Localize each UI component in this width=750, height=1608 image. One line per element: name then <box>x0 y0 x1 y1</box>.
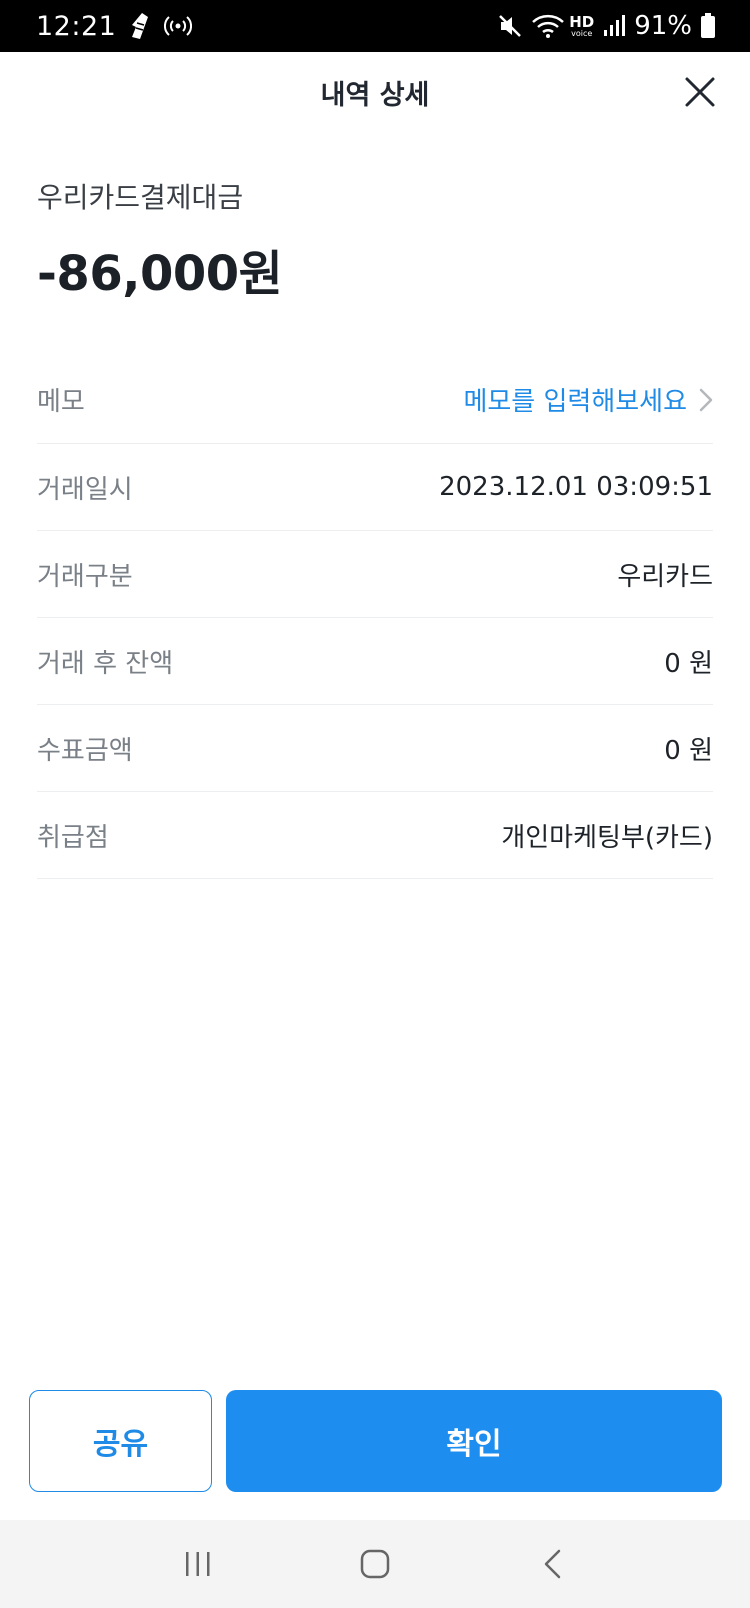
detail-row-check-amount: 수표금액 0 원 <box>37 705 713 792</box>
status-bar: 12:21 HD voice 91% <box>0 0 750 52</box>
detail-row-balance: 거래 후 잔액 0 원 <box>37 618 713 705</box>
chevron-right-icon <box>699 388 713 411</box>
status-bar-right: HD voice 91% <box>489 11 716 41</box>
detail-row-type: 거래구분 우리카드 <box>37 531 713 618</box>
signal-icon <box>604 15 626 36</box>
battery-percent: 91% <box>634 11 692 41</box>
detail-row-branch: 취급점 개인마케팅부(카드) <box>37 792 713 879</box>
confirm-button[interactable]: 확인 <box>226 1390 722 1492</box>
header: 내역 상세 <box>0 52 750 132</box>
balance-value: 0 원 <box>664 648 713 679</box>
status-bar-left: 12:21 <box>36 10 193 42</box>
branch-label: 취급점 <box>37 822 109 853</box>
balance-label: 거래 후 잔액 <box>37 648 174 679</box>
type-label: 거래구분 <box>37 561 133 592</box>
memo-label: 메모 <box>37 387 85 417</box>
type-value: 우리카드 <box>617 561 713 592</box>
close-icon <box>685 77 715 107</box>
battery-icon <box>701 13 715 38</box>
recent-apps-button[interactable] <box>168 1534 228 1594</box>
voice-label: voice <box>571 28 593 38</box>
memo-input-link[interactable]: 메모를 입력해보세요 <box>463 381 713 418</box>
merchant-name: 우리카드결제대금 <box>37 181 244 214</box>
branch-value: 개인마케팅부(카드) <box>501 822 713 853</box>
detail-row-datetime: 거래일시 2023.12.01 03:09:51 <box>37 444 713 531</box>
datetime-label: 거래일시 <box>37 474 133 505</box>
memo-placeholder: 메모를 입력해보세요 <box>463 387 687 417</box>
check-amount-value: 0 원 <box>664 735 713 766</box>
recent-apps-icon <box>186 1552 210 1576</box>
mute-icon <box>499 15 522 37</box>
transaction-detail-screen: 12:21 HD voice 91% 내역 상세 우리카드결제대금 -86,00… <box>0 0 750 1608</box>
detail-row-memo: 메모 메모를 입력해보세요 <box>37 356 713 444</box>
page-title: 내역 상세 <box>320 79 430 111</box>
close-button[interactable] <box>680 72 720 112</box>
wifi-icon <box>532 14 565 38</box>
hotspot-icon <box>164 16 193 36</box>
back-button[interactable] <box>522 1534 582 1594</box>
check-amount-label: 수표금액 <box>37 735 133 766</box>
datetime-value: 2023.12.01 03:09:51 <box>439 472 713 502</box>
system-nav-bar <box>0 1520 750 1608</box>
home-icon <box>360 1549 390 1579</box>
amount-section: 우리카드결제대금 -86,000원 <box>37 176 713 304</box>
detail-list: 메모 메모를 입력해보세요 거래일시 2023.12.01 03:09:51 거… <box>37 356 713 879</box>
hd-voice-indicator: HD voice <box>569 12 595 38</box>
home-button[interactable] <box>345 1534 405 1594</box>
share-button[interactable]: 공유 <box>29 1390 212 1492</box>
notification-app-icon <box>132 13 149 39</box>
back-icon <box>544 1549 560 1579</box>
hd-label: HD <box>569 12 595 31</box>
transaction-amount: -86,000원 <box>37 246 283 302</box>
status-time: 12:21 <box>36 10 117 42</box>
